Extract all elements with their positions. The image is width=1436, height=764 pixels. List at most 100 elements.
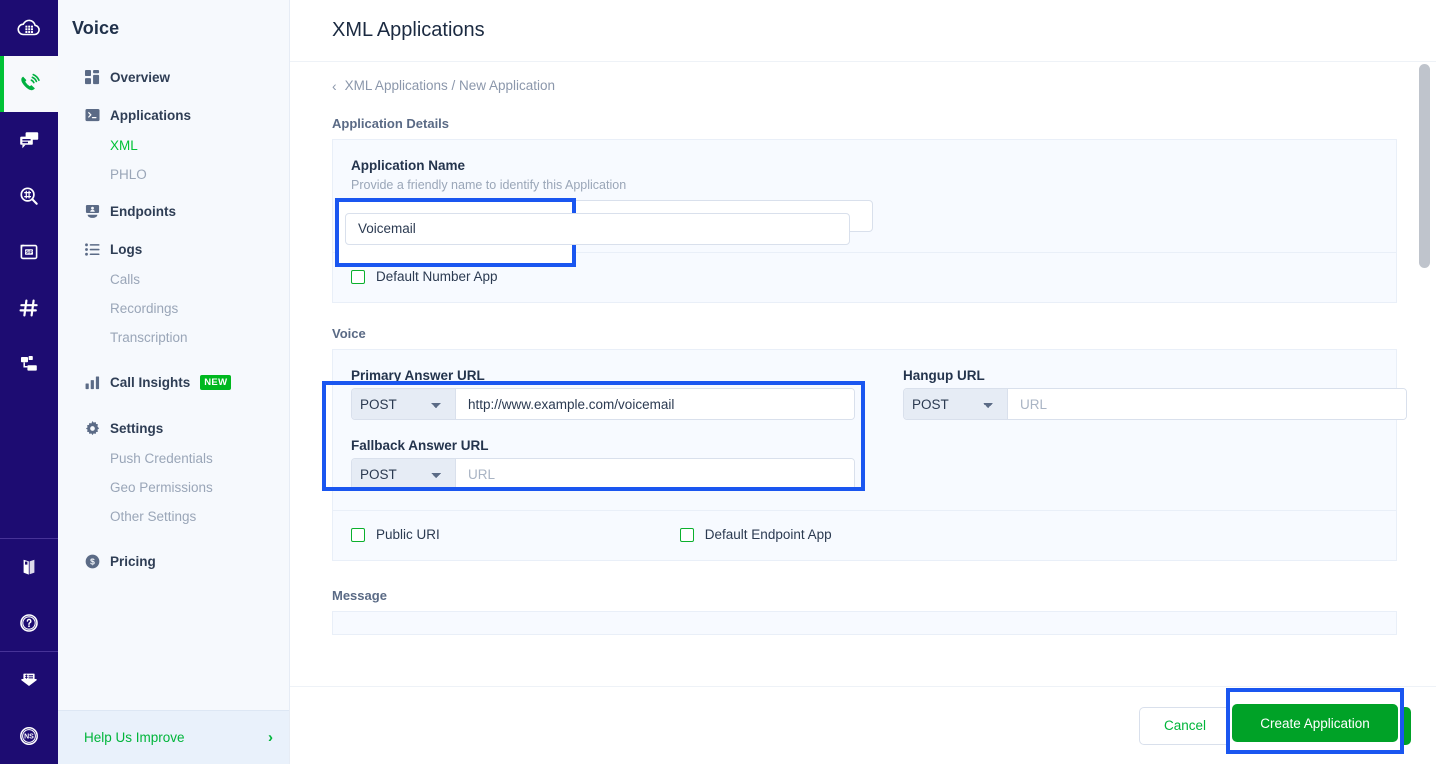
sidebar-item-calls[interactable]: Calls	[58, 265, 289, 294]
fallback-answer-url-method-select[interactable]: POST	[352, 459, 456, 489]
voice-right-column: Hangup URL POST	[903, 368, 1436, 490]
status-badge-new: NEW	[200, 375, 231, 390]
main-content: XML Applications ‹ XML Applications / Ne…	[290, 0, 1436, 764]
sidebar-item-geo-permissions[interactable]: Geo Permissions	[58, 473, 289, 502]
svg-text:SIP: SIP	[25, 250, 32, 255]
sidebar-item-label: Pricing	[110, 554, 156, 569]
nav-group-call-insights: Call Insights NEW	[58, 366, 289, 398]
list-icon	[84, 241, 100, 257]
breadcrumb-text: XML Applications / New Application	[345, 78, 555, 93]
public-uri-label: Public URI	[376, 527, 440, 542]
sidebar-item-phlo[interactable]: PHLO	[58, 160, 289, 189]
highlight-inner-application-name-input: Voicemail	[345, 213, 567, 245]
sidebar-item-applications[interactable]: Applications	[58, 99, 289, 131]
endpoint-icon	[84, 203, 100, 219]
chevron-left-icon: ‹	[332, 79, 337, 93]
svg-text:$: $	[90, 556, 95, 566]
chevron-right-icon: ›	[268, 729, 273, 746]
bar-chart-icon	[84, 374, 100, 390]
public-uri-checkbox[interactable]: Public URI	[351, 527, 440, 542]
sidebar-item-recordings[interactable]: Recordings	[58, 294, 289, 323]
primary-answer-url-input[interactable]	[456, 389, 854, 419]
primary-answer-url-method-select[interactable]: POST	[352, 389, 456, 419]
vertical-scrollbar[interactable]	[1419, 62, 1430, 686]
sidebar-item-call-insights[interactable]: Call Insights NEW	[58, 366, 289, 398]
sidebar-item-endpoints[interactable]: Endpoints	[58, 195, 289, 227]
sidebar-item-other-settings[interactable]: Other Settings	[58, 502, 289, 531]
primary-answer-url-group: POST	[351, 388, 855, 420]
hangup-url-method-select[interactable]: POST	[904, 389, 1008, 419]
cancel-button[interactable]: Cancel	[1139, 707, 1231, 745]
section-label-voice: Voice	[290, 326, 1411, 341]
fallback-answer-url-label: Fallback Answer URL	[351, 438, 887, 453]
section-label-application-details: Application Details	[290, 116, 1411, 131]
nav-group-logs: Logs Calls Recordings Transcription	[58, 233, 289, 352]
page-title: XML Applications	[332, 19, 485, 42]
voice-card: Primary Answer URL POST Fallback Answer …	[332, 349, 1397, 561]
application-name-hint: Provide a friendly name to identify this…	[351, 178, 1378, 192]
sidebar-item-xml[interactable]: XML	[58, 131, 289, 160]
fallback-answer-url-group: POST	[351, 458, 855, 490]
sidebar-item-overview[interactable]: Overview	[58, 61, 289, 93]
sidebar-item-logs[interactable]: Logs	[58, 233, 289, 265]
highlight-inner-create-button: Create Application	[1232, 704, 1398, 742]
highlight-application-name-value: Voicemail	[345, 213, 850, 245]
hangup-url-group: POST	[903, 388, 1407, 420]
voice-left-column: Primary Answer URL POST Fallback Answer …	[351, 368, 887, 490]
flow-icon[interactable]	[0, 336, 58, 392]
terminal-icon	[84, 107, 100, 123]
sidebar-item-label: Logs	[110, 242, 142, 257]
sidebar-item-label: Overview	[110, 70, 170, 85]
sidebar-title: Voice	[58, 0, 289, 39]
default-number-app-row: Default Number App	[333, 253, 1396, 302]
sip-trunk-icon[interactable]: SIP	[0, 224, 58, 280]
scrollbar-thumb[interactable]	[1419, 64, 1430, 268]
sidebar-item-push-credentials[interactable]: Push Credentials	[58, 444, 289, 473]
hash-icon[interactable]	[0, 280, 58, 336]
sidebar-item-label: Applications	[110, 108, 191, 123]
create-application-button-highlighted[interactable]: Create Application	[1232, 704, 1398, 742]
sidebar-item-pricing[interactable]: $ Pricing	[58, 545, 289, 577]
grid-icon	[84, 69, 100, 85]
phone-wave-icon[interactable]	[0, 56, 58, 112]
sidebar-item-label: Settings	[110, 421, 163, 436]
help-circle-icon[interactable]	[0, 595, 58, 651]
default-endpoint-app-checkbox[interactable]: Default Endpoint App	[680, 527, 832, 542]
hangup-url-input[interactable]	[1008, 389, 1406, 419]
sidebar-item-label: Call Insights	[110, 375, 190, 390]
sidebar-item-settings[interactable]: Settings	[58, 412, 289, 444]
svg-text:NS: NS	[24, 734, 34, 741]
sidebar-item-transcription[interactable]: Transcription	[58, 323, 289, 352]
default-number-app-checkbox[interactable]: Default Number App	[351, 269, 498, 284]
cloud-keypad-icon[interactable]	[0, 0, 58, 56]
voice-checkbox-row: Public URI Default Endpoint App	[333, 510, 1396, 560]
dollar-circle-icon: $	[84, 553, 100, 569]
scroll-area: ‹ XML Applications / New Application App…	[290, 62, 1436, 686]
book-icon[interactable]	[0, 539, 58, 595]
billing-envelope-icon[interactable]	[0, 652, 58, 708]
main-header: XML Applications	[290, 0, 1436, 62]
nav-group-applications: Applications XML PHLO	[58, 99, 289, 189]
checkbox-box	[351, 528, 365, 542]
messaging-icon[interactable]	[0, 112, 58, 168]
help-us-improve-label: Help Us Improve	[84, 730, 185, 745]
fallback-answer-url-input[interactable]	[456, 459, 854, 489]
breadcrumb[interactable]: ‹ XML Applications / New Application	[290, 62, 1411, 93]
primary-answer-url-label: Primary Answer URL	[351, 368, 887, 383]
help-us-improve-button[interactable]: Help Us Improve ›	[58, 710, 289, 764]
default-number-app-label: Default Number App	[376, 269, 498, 284]
lookup-icon[interactable]	[0, 168, 58, 224]
sidebar-item-label: Endpoints	[110, 204, 176, 219]
checkbox-box	[680, 528, 694, 542]
sidebar: Voice Overview	[58, 0, 290, 764]
icon-rail: SIP	[0, 0, 58, 764]
section-label-message: Message	[290, 588, 1411, 603]
nav-group-settings: Settings Push Credentials Geo Permission…	[58, 412, 289, 531]
sidebar-nav-list: Overview Applications XML PHLO	[58, 39, 289, 710]
hangup-url-label: Hangup URL	[903, 368, 1436, 383]
voice-url-grid: Primary Answer URL POST Fallback Answer …	[333, 350, 1396, 510]
message-card	[332, 611, 1397, 635]
nav-group-pricing: $ Pricing	[58, 545, 289, 577]
app-root: SIP	[0, 0, 1436, 764]
account-ns-icon[interactable]: NS	[0, 708, 58, 764]
